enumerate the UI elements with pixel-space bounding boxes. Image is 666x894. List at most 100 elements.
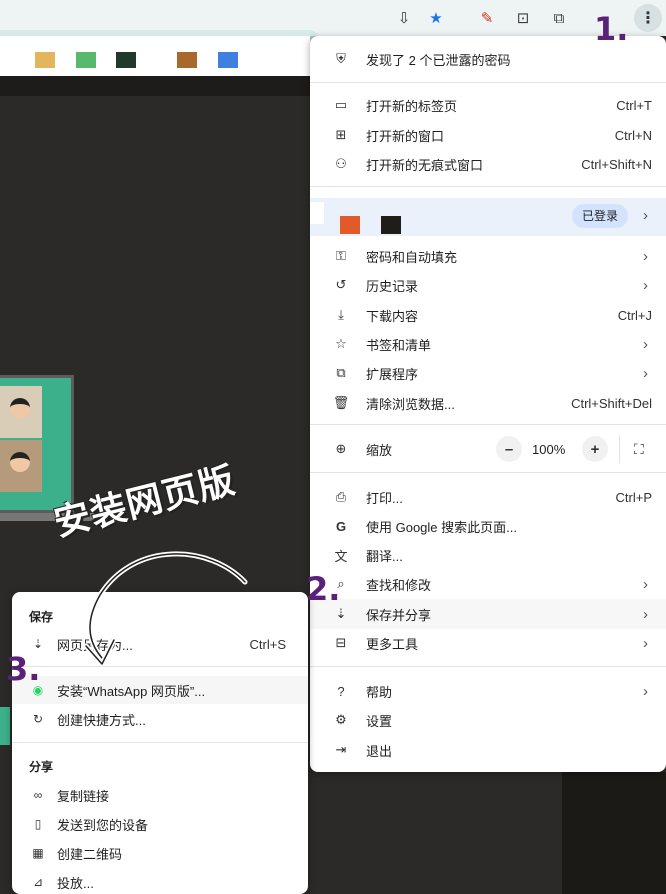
zoom-out-button[interactable]: – (496, 436, 522, 462)
bookmark-favicon[interactable] (35, 52, 55, 68)
more-tools-item[interactable]: ⊟ 更多工具 › (310, 628, 666, 658)
help-item[interactable]: ? 帮助 › (310, 676, 666, 706)
gear-icon: ⚙ (335, 712, 347, 727)
key-icon: ⚿ (336, 248, 346, 263)
send-device-item[interactable]: ▯ 发送到您的设备 (12, 810, 308, 838)
extension-icon[interactable]: ⧉ (547, 6, 571, 30)
menu-label: 退出 (366, 743, 393, 759)
incognito-item[interactable]: ⚇ 打开新的无痕式窗口 Ctrl+Shift+N (310, 149, 666, 179)
page-header-band (0, 76, 310, 96)
create-shortcut-item[interactable]: ↻ 创建快捷方式... (12, 705, 308, 733)
new-window-item[interactable]: ⊞ 打开新的窗口 Ctrl+N (310, 120, 666, 150)
shortcut: Ctrl+P (615, 489, 652, 505)
new-window-icon: ⊞ (335, 127, 347, 142)
avatar (340, 216, 360, 234)
divider (310, 186, 666, 187)
toolbox-icon: ⊟ (335, 635, 347, 650)
divider (310, 424, 666, 425)
step-1-marker: 1. (594, 10, 629, 48)
menu-label: 密码和自动填充 (366, 249, 458, 265)
bookmarks-item[interactable]: ☆ 书签和清单 › (310, 329, 666, 359)
google-icon: G (335, 518, 347, 534)
star-icon[interactable]: ★ (424, 6, 448, 30)
menu-label: 复制链接 (57, 788, 110, 804)
menu-label: 清除浏览数据... (366, 396, 455, 412)
cast-item[interactable]: ⊿ 投放... (12, 868, 308, 894)
shortcut: Ctrl+Shift+N (581, 156, 652, 172)
star-outline-icon: ☆ (335, 336, 347, 351)
extensions-item[interactable]: ⧉ 扩展程序 › (310, 358, 666, 388)
link-icon: ∞ (33, 788, 43, 802)
section-header-share: 分享 (29, 760, 54, 774)
shortcut: Ctrl+N (614, 127, 652, 143)
print-item[interactable]: ⎙ 打印... Ctrl+P (310, 482, 666, 512)
page-button-edge (0, 707, 10, 745)
settings-item[interactable]: ⚙ 设置 (310, 705, 666, 735)
translate-icon: 文 (334, 548, 348, 564)
pen-icon[interactable]: ✎ (475, 6, 499, 30)
download-icon: ⤓ (338, 307, 344, 322)
bookmark-favicon[interactable] (218, 52, 238, 68)
menu-label: 发送到您的设备 (57, 817, 149, 833)
install-icon[interactable]: ⇩ (392, 6, 416, 30)
clear-data-item[interactable]: 🗑 清除浏览数据... Ctrl+Shift+Del (310, 388, 666, 418)
new-tab-icon: ▭ (334, 97, 348, 112)
bookmark-favicon[interactable] (76, 52, 96, 68)
divider (310, 82, 666, 83)
menu-label: 翻译... (366, 548, 403, 564)
menu-label: 使用 Google 搜索此页面... (366, 519, 517, 535)
copy-link-item[interactable]: ∞ 复制链接 (12, 781, 308, 809)
video-tile (0, 386, 42, 438)
bookmark-favicon[interactable] (177, 52, 197, 68)
menu-label: 帮助 (366, 684, 393, 700)
fullscreen-icon[interactable]: ⛶ (634, 441, 644, 458)
chevron-right-icon: › (643, 364, 648, 382)
chevron-right-icon: › (643, 605, 648, 623)
translate-item[interactable]: 文 翻译... (310, 540, 666, 570)
new-tab-item[interactable]: ▭ 打开新的标签页 Ctrl+T (310, 90, 666, 120)
page-bg-block (562, 772, 666, 894)
save-share-item[interactable]: ⇣ 保存并分享 › (310, 599, 666, 629)
chevron-right-icon: › (643, 682, 648, 700)
history-item[interactable]: ↺ 历史记录 › (310, 270, 666, 300)
menu-label: 创建快捷方式... (57, 712, 146, 728)
help-icon: ? (337, 683, 345, 699)
zoom-in-button[interactable]: + (582, 436, 608, 462)
devices-icon: ▯ (34, 817, 42, 831)
qr-code-item[interactable]: ▦ 创建二维码 (12, 839, 308, 867)
kebab-menu-icon[interactable]: ⋮ (634, 4, 662, 32)
reader-icon[interactable]: ⊡ (511, 6, 535, 30)
menu-label: 保存并分享 (366, 607, 432, 623)
exit-item[interactable]: ⇥ 退出 (310, 735, 666, 765)
menu-label: 打开新的无痕式窗口 (366, 157, 484, 173)
annotation-arrow (83, 551, 248, 667)
menu-label: 缩放 (366, 442, 393, 458)
google-search-item[interactable]: G 使用 Google 搜索此页面... (310, 511, 666, 541)
menu-label: 书签和清单 (366, 337, 432, 353)
exit-icon: ⇥ (335, 742, 347, 757)
printer-icon: ⎙ (335, 489, 347, 504)
leaked-passwords-item[interactable]: ⛨ 发现了 2 个已泄露的密码 (310, 44, 666, 74)
menu-label: 创建二维码 (57, 846, 123, 862)
bookmark-favicon[interactable] (116, 52, 136, 68)
profile-row[interactable]: 已登录 › (310, 198, 666, 236)
chevron-right-icon: › (643, 335, 648, 353)
downloads-item[interactable]: ⤓ 下载内容 Ctrl+J (310, 300, 666, 330)
chevron-right-icon: › (643, 575, 648, 593)
passwords-item[interactable]: ⚿ 密码和自动填充 › (310, 241, 666, 271)
menu-label: 扩展程序 (366, 366, 419, 382)
chevron-right-icon: › (643, 276, 648, 294)
history-icon: ↺ (335, 277, 347, 292)
divider (310, 472, 666, 473)
zoom-row: ⊕ 缩放 – 100% + ⛶ (310, 434, 666, 464)
menu-label: 发现了 2 个已泄露的密码 (366, 52, 511, 68)
find-edit-item[interactable]: ⌕ 查找和修改 › (310, 569, 666, 599)
divider (12, 742, 308, 743)
menu-label: 查找和修改 (366, 577, 432, 593)
step-2-marker: 2. (306, 570, 341, 608)
shortcut-icon: ↻ (32, 712, 44, 726)
menu-label: 投放... (57, 875, 94, 891)
shortcut: Ctrl+Shift+Del (571, 395, 652, 411)
step-3-marker: 3. (6, 650, 41, 688)
menu-label: 打开新的窗口 (366, 128, 445, 144)
